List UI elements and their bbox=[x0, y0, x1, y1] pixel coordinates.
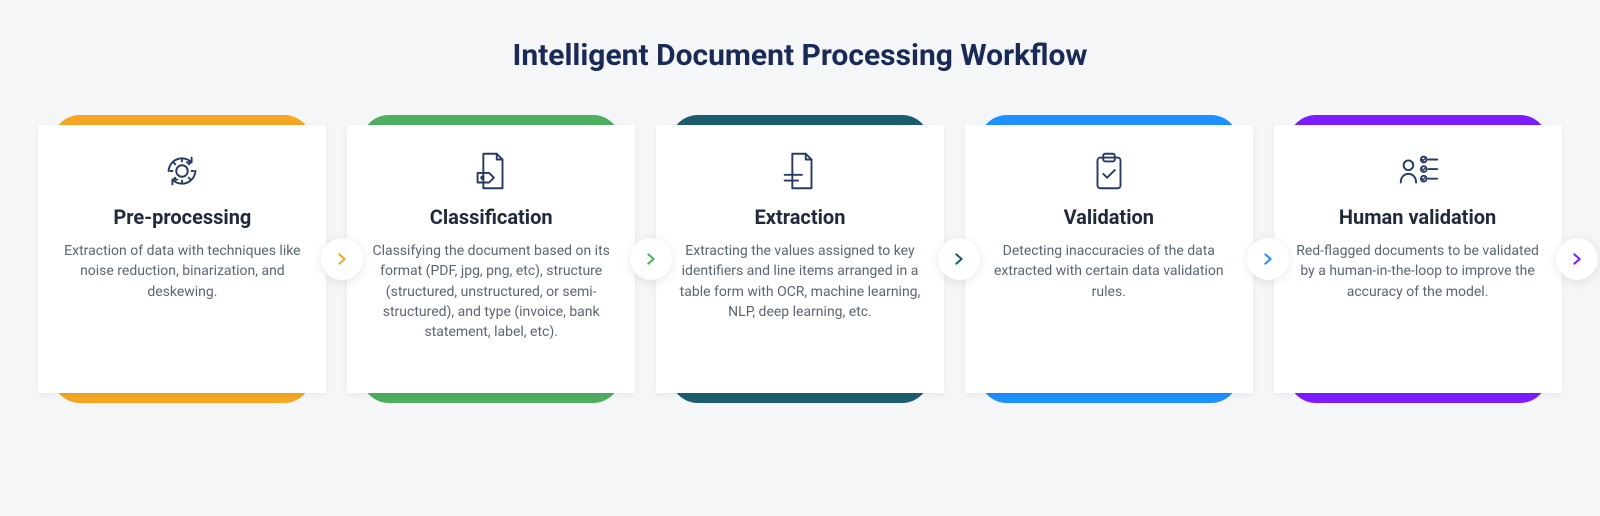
step-card: Extraction Extracting the values assigne… bbox=[656, 125, 944, 393]
arrow-icon bbox=[1247, 238, 1289, 280]
steps-row: Pre-processing Extraction of data with t… bbox=[28, 115, 1572, 403]
step-title: Pre-processing bbox=[113, 205, 251, 229]
arrow-icon bbox=[938, 238, 980, 280]
step-title: Validation bbox=[1064, 205, 1154, 229]
step-desc: Detecting inaccuracies of the data extra… bbox=[983, 241, 1235, 302]
step-desc: Extracting the values assigned to key id… bbox=[674, 241, 926, 322]
step-title: Human validation bbox=[1339, 205, 1496, 229]
step-title: Extraction bbox=[755, 205, 846, 229]
step-card: Classification Classifying the document … bbox=[347, 125, 635, 393]
step-desc: Red-flagged documents to be validated by… bbox=[1292, 241, 1544, 302]
step-card: Validation Detecting inaccuracies of the… bbox=[965, 125, 1253, 393]
step-desc: Extraction of data with techniques like … bbox=[56, 241, 308, 302]
arrow-icon bbox=[630, 238, 672, 280]
step-card: Human validation Red-flagged documents t… bbox=[1274, 125, 1562, 393]
step-preprocessing: Pre-processing Extraction of data with t… bbox=[28, 115, 337, 403]
human-checklist-icon bbox=[1392, 145, 1444, 197]
workflow-diagram: Intelligent Document Processing Workflow bbox=[0, 0, 1600, 403]
document-lines-icon bbox=[774, 145, 826, 197]
step-title: Classification bbox=[430, 205, 553, 229]
step-classification: Classification Classifying the document … bbox=[337, 115, 646, 403]
arrow-icon bbox=[1556, 238, 1598, 280]
step-human-validation: Human validation Red-flagged documents t… bbox=[1263, 115, 1572, 403]
clipboard-check-icon bbox=[1083, 145, 1135, 197]
step-card: Pre-processing Extraction of data with t… bbox=[38, 125, 326, 393]
diagram-title: Intelligent Document Processing Workflow bbox=[28, 38, 1572, 73]
step-extraction: Extraction Extracting the values assigne… bbox=[646, 115, 955, 403]
gear-cycle-icon bbox=[156, 145, 208, 197]
step-validation: Validation Detecting inaccuracies of the… bbox=[954, 115, 1263, 403]
arrow-icon bbox=[321, 238, 363, 280]
step-desc: Classifying the document based on its fo… bbox=[365, 241, 617, 342]
document-tag-icon bbox=[465, 145, 517, 197]
